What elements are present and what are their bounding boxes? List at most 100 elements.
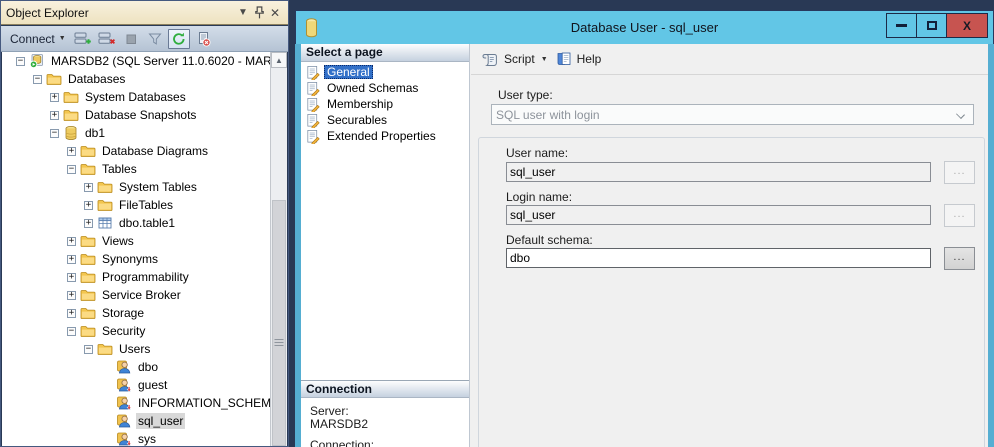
- page-item-membership[interactable]: Membership: [301, 96, 469, 112]
- page-item-extended-properties[interactable]: Extended Properties: [301, 128, 469, 144]
- tree-item-label: Views: [100, 233, 136, 249]
- page-item-general[interactable]: General: [301, 64, 469, 80]
- page-item-label: Securables: [324, 113, 390, 127]
- pin-icon[interactable]: [251, 5, 267, 21]
- tree-item-service-broker[interactable]: + Service Broker: [2, 286, 270, 304]
- user-icon: [116, 413, 132, 429]
- tree-item-system-databases[interactable]: +System Databases: [2, 88, 270, 106]
- connect-button[interactable]: Connect ▼: [6, 30, 70, 48]
- page-item-owned-schemas[interactable]: Owned Schemas: [301, 80, 469, 96]
- page-item-label: Membership: [324, 97, 396, 111]
- tree-item-dbo[interactable]: dbo: [2, 358, 270, 376]
- tree-item-users[interactable]: − Users: [2, 340, 270, 358]
- tree-item-label: MARSDB2 (SQL Server 11.0.6020 - MARSD: [49, 53, 270, 69]
- object-explorer-toolbar: Connect ▼: [1, 26, 288, 52]
- tree-item-guest[interactable]: guest: [2, 376, 270, 394]
- tree-item-label: Users: [117, 341, 152, 357]
- object-explorer-panel: Object Explorer ▼ ✕ Connect ▼ −MARSDB2 (…: [0, 0, 289, 447]
- user-form-groupbox: User name: ... Login name: ... Default s…: [478, 137, 985, 447]
- filter-icon: [147, 31, 163, 47]
- page-edit-icon: [305, 97, 320, 112]
- expand-expander-icon[interactable]: +: [84, 183, 93, 192]
- tree-item-storage[interactable]: +Storage: [2, 304, 270, 322]
- server-icon: [29, 53, 45, 69]
- dialog-titlebar[interactable]: Database User - sql_user X: [295, 10, 994, 44]
- tree-item-label: Database Snapshots: [83, 107, 198, 123]
- script-dropdown-chevron-icon[interactable]: ▼: [541, 56, 548, 63]
- tree-item-sql-user[interactable]: sql_user: [2, 412, 270, 430]
- script-button[interactable]: Script: [481, 51, 535, 67]
- default-schema-field[interactable]: [506, 248, 931, 268]
- expand-expander-icon[interactable]: +: [67, 273, 76, 282]
- help-button[interactable]: Help: [556, 51, 602, 67]
- tree-item-views[interactable]: + Views: [2, 232, 270, 250]
- tree-item-synonyms[interactable]: + Synonyms: [2, 250, 270, 268]
- tree-item-label: dbo.table1: [117, 215, 177, 231]
- user-name-field: [506, 162, 931, 182]
- tree-item-label: Service Broker: [100, 287, 183, 303]
- select-a-page-pane: Select a page GeneralOwned SchemasMember…: [301, 44, 470, 447]
- user-type-value: SQL user with login: [496, 108, 600, 122]
- page-item-securables[interactable]: Securables: [301, 112, 469, 128]
- tree-item-database-snapshots[interactable]: + Database Snapshots: [2, 106, 270, 124]
- expand-expander-icon[interactable]: +: [67, 291, 76, 300]
- tree-item-label: Synonyms: [100, 251, 160, 267]
- maximize-button[interactable]: [916, 13, 947, 38]
- minimize-button[interactable]: [886, 13, 917, 38]
- tree-item-sys[interactable]: sys: [2, 430, 270, 446]
- collapse-expander-icon[interactable]: −: [67, 327, 76, 336]
- tree-item-tables[interactable]: −Tables: [2, 160, 270, 178]
- folder-icon: [80, 269, 96, 285]
- user-disabled-icon: [116, 377, 132, 393]
- folder-icon: [63, 89, 79, 105]
- collapse-expander-icon[interactable]: −: [84, 345, 93, 354]
- collapse-expander-icon[interactable]: −: [16, 57, 25, 66]
- collapse-expander-icon[interactable]: −: [33, 75, 42, 84]
- scrollbar-thumb[interactable]: [272, 200, 286, 446]
- object-explorer-titlebar[interactable]: Object Explorer ▼ ✕: [1, 1, 288, 25]
- tree-item-label: sql_user: [136, 413, 185, 429]
- tree-item-db1[interactable]: −db1: [2, 124, 270, 142]
- filter-button[interactable]: [144, 29, 166, 49]
- tree-item-system-tables[interactable]: +System Tables: [2, 178, 270, 196]
- expand-expander-icon[interactable]: +: [84, 219, 93, 228]
- refresh-button[interactable]: [168, 29, 190, 49]
- tree-scrollbar[interactable]: ▲: [270, 52, 287, 446]
- expand-expander-icon[interactable]: +: [67, 147, 76, 156]
- collapse-expander-icon[interactable]: −: [67, 165, 76, 174]
- expand-expander-icon[interactable]: +: [50, 111, 59, 120]
- user-disabled-icon: [116, 395, 132, 411]
- script-error-button[interactable]: [192, 29, 214, 49]
- maximize-icon: [927, 21, 937, 30]
- tree-item-filetables[interactable]: +FileTables: [2, 196, 270, 214]
- expand-expander-icon[interactable]: +: [67, 255, 76, 264]
- tree-item-programmability[interactable]: + Programmability: [2, 268, 270, 286]
- tree-item-database-diagrams[interactable]: +Database Diagrams: [2, 142, 270, 160]
- tree-item-label: Programmability: [100, 269, 191, 285]
- script-error-icon: [195, 31, 211, 47]
- scrollbar-up-button[interactable]: ▲: [271, 52, 287, 68]
- connection-label: Connection:: [310, 438, 374, 447]
- folder-icon: [80, 161, 96, 177]
- expand-expander-icon[interactable]: +: [67, 309, 76, 318]
- chevron-down-icon: ▼: [59, 35, 66, 42]
- default-schema-browse-button[interactable]: ...: [944, 247, 975, 270]
- collapse-expander-icon[interactable]: −: [50, 129, 59, 138]
- expand-expander-icon[interactable]: +: [84, 201, 93, 210]
- expand-expander-icon[interactable]: +: [67, 237, 76, 246]
- disconnect-server-button[interactable]: [96, 29, 118, 49]
- expand-expander-icon[interactable]: +: [50, 93, 59, 102]
- tree-item-marsdb2-sql-server-11-0-6020-marsd[interactable]: − MARSDB2 (SQL Server 11.0.6020 - MARSD: [2, 52, 270, 70]
- tree-item-information-schema[interactable]: INFORMATION_SCHEMA: [2, 394, 270, 412]
- connect-server-button[interactable]: [72, 29, 94, 49]
- window-position-chevron-icon[interactable]: ▼: [235, 5, 251, 21]
- tree-item-label: guest: [136, 377, 169, 393]
- tree-item-security[interactable]: −Security: [2, 322, 270, 340]
- login-name-browse-button: ...: [944, 204, 975, 227]
- close-icon[interactable]: ✕: [267, 5, 283, 21]
- page-edit-icon: [305, 113, 320, 128]
- scrollbar-grip-icon: [275, 339, 284, 340]
- close-button[interactable]: X: [946, 13, 988, 38]
- tree-item-databases[interactable]: −Databases: [2, 70, 270, 88]
- tree-item-dbo-table1[interactable]: + dbo.table1: [2, 214, 270, 232]
